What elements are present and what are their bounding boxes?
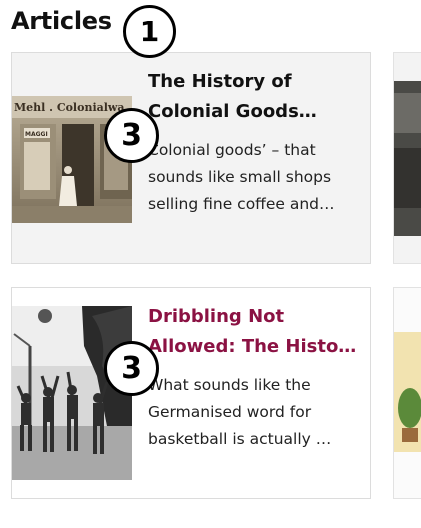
article-card[interactable]: Mehl . Colonialwa MAGGI The History of C… — [11, 52, 371, 264]
article-title[interactable]: Dribbling Not Allowed: The Histo… — [148, 302, 360, 362]
article-thumbnail-peek — [394, 332, 421, 452]
shop-sign-text: Mehl . Colonialwa — [14, 101, 125, 114]
basketball-photo[interactable] — [12, 306, 132, 480]
article-excerpt: What sounds like the Germanised word for… — [148, 376, 332, 448]
next-article-card-peek[interactable] — [393, 52, 421, 264]
next-article-card-peek[interactable] — [393, 287, 421, 499]
article-card[interactable]: Dribbling Not Allowed: The Histo… What s… — [11, 287, 371, 499]
shop-sub-text: MAGGI — [25, 131, 48, 138]
article-title[interactable]: The History of Colonial Goods… — [148, 67, 360, 127]
annotation-marker: 3 — [104, 341, 159, 396]
annotation-marker: 1 — [123, 5, 176, 58]
article-thumbnail-peek — [394, 81, 421, 236]
annotation-marker: 3 — [104, 108, 159, 163]
article-excerpt: Colonial goods’ – that sounds like small… — [148, 141, 335, 213]
section-title: Articles — [11, 7, 112, 35]
